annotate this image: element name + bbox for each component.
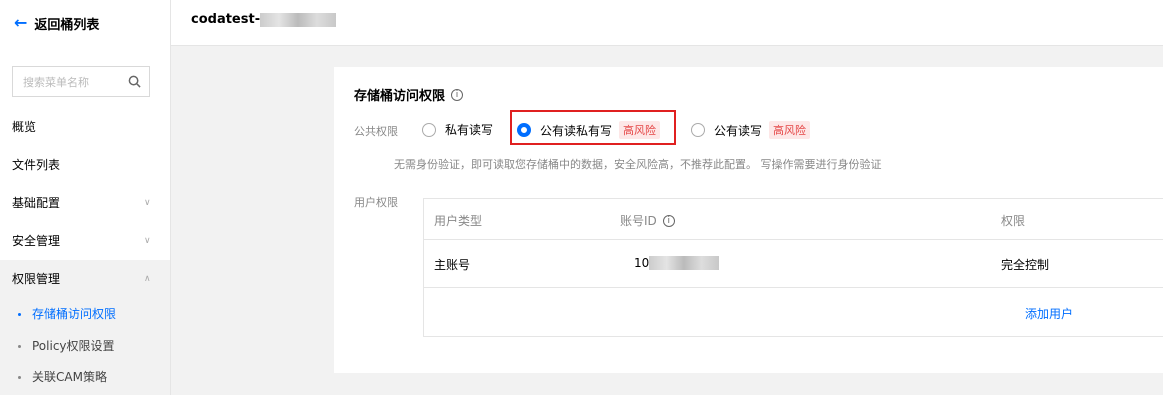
bullet-icon [18, 344, 21, 348]
search-placeholder: 搜索菜单名称 [23, 75, 89, 89]
bucket-access-card: 存储桶访问权限 i 公共权限 私有读写 公有读私有写 高风险 公有读写 高风险 … [334, 67, 1163, 373]
card-title: 存储桶访问权限 i [354, 85, 464, 104]
chevron-down-icon: ∨ [144, 198, 151, 208]
back-to-bucket-list-link[interactable]: ← 返回桶列表 [14, 13, 99, 33]
sidebar-item-label: 权限管理 [12, 272, 61, 286]
radio-circle [691, 123, 705, 137]
table-header: 用户类型 账号ID i 权限 [424, 199, 1163, 240]
permission-description: 无需身份验证，即可读取您存储桶中的数据，安全风险高，不推荐此配置。 写操作需要进… [394, 158, 882, 171]
sidebar-item-label: 基础配置 [12, 196, 61, 210]
permission-cell: 完全控制 [1001, 258, 1050, 272]
page-header: codatest- [171, 0, 1163, 46]
user-permission-table: 用户类型 账号ID i 权限 主账号 10 完全控制 添加用户 [423, 198, 1163, 337]
user-type-cell: 主账号 [434, 258, 471, 272]
bucket-title: codatest- [191, 12, 337, 27]
redacted-block [260, 12, 337, 27]
column-header-permission: 权限 [1001, 214, 1026, 228]
sidebar-subitem-label: 存储桶访问权限 [32, 307, 117, 321]
sidebar-subitem-label: Policy权限设置 [32, 339, 115, 353]
table-row: 主账号 10 完全控制 [424, 240, 1163, 288]
column-header-user-type: 用户类型 [434, 214, 483, 228]
menu-search-input[interactable]: 搜索菜单名称 [12, 66, 150, 97]
risk-badge: 高风险 [769, 121, 811, 139]
public-permission-label: 公共权限 [354, 125, 398, 138]
highlight-box [510, 110, 676, 145]
search-icon[interactable] [128, 75, 141, 88]
redacted-block [649, 256, 720, 270]
sidebar-item-file-list[interactable]: 文件列表 [12, 156, 60, 174]
sidebar: ← 返回桶列表 搜索菜单名称 概览 文件列表 基础配置 ∨ 安全管理 ∨ 权限管… [0, 0, 171, 395]
bullet-icon [18, 312, 21, 316]
radio-label: 私有读写 [445, 123, 494, 137]
card-title-text: 存储桶访问权限 [354, 89, 446, 104]
chevron-down-icon: ∨ [144, 236, 151, 246]
sidebar-item-label: 文件列表 [12, 158, 61, 172]
back-label: 返回桶列表 [34, 17, 100, 33]
bullet-icon [18, 375, 21, 379]
sidebar-item-label: 安全管理 [12, 234, 61, 248]
sidebar-subitem-policy[interactable]: Policy权限设置 [18, 337, 115, 355]
arrow-left-icon: ← [14, 13, 28, 32]
radio-public-read-write[interactable]: 公有读写 高风险 [691, 121, 811, 139]
sidebar-item-label: 概览 [12, 120, 37, 134]
column-header-label: 账号ID [620, 214, 657, 228]
add-user-link[interactable]: 添加用户 [1025, 305, 1073, 322]
sidebar-subitem-bucket-access[interactable]: 存储桶访问权限 [18, 305, 116, 323]
account-id-prefix: 10 [634, 256, 650, 270]
radio-circle [422, 122, 436, 137]
info-icon[interactable]: i [451, 88, 464, 101]
column-header-account-id: 账号ID i [620, 212, 675, 229]
sidebar-item-basic-config[interactable]: 基础配置 ∨ [12, 194, 162, 212]
sidebar-subitem-cam[interactable]: 关联CAM策略 [18, 368, 107, 386]
sidebar-subitem-label: 关联CAM策略 [32, 370, 107, 384]
user-permission-label: 用户权限 [354, 196, 398, 209]
chevron-up-icon: ∧ [144, 274, 151, 284]
sidebar-item-permissions[interactable]: 权限管理 ∧ [12, 270, 162, 288]
radio-label: 公有读写 [714, 123, 763, 138]
info-icon[interactable]: i [662, 214, 675, 227]
radio-private[interactable]: 私有读写 [422, 121, 493, 138]
sidebar-item-overview[interactable]: 概览 [12, 118, 36, 136]
account-id-cell: 10 [634, 256, 720, 270]
bucket-name: codatest- [191, 12, 261, 27]
sidebar-item-security[interactable]: 安全管理 ∨ [12, 232, 162, 250]
